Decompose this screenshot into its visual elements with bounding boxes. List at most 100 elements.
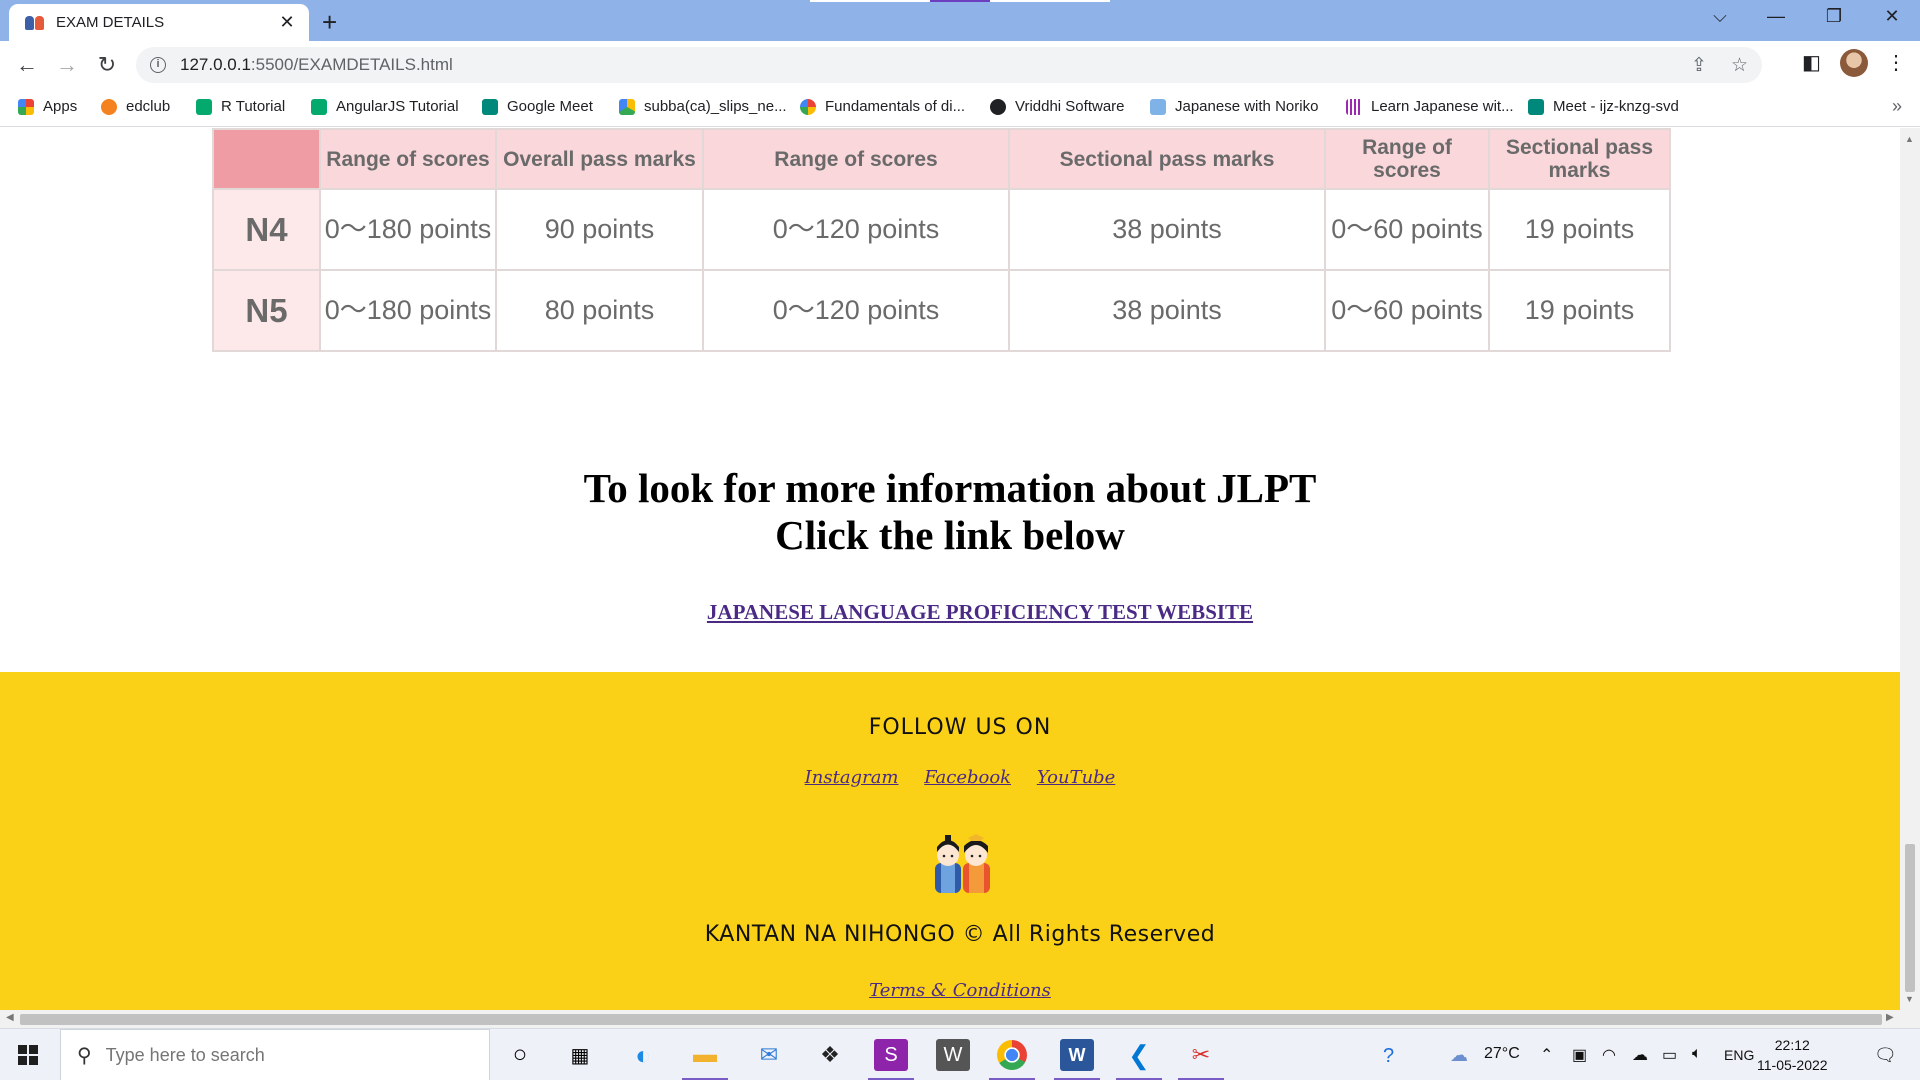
bookmark-fundamentals[interactable]: Fundamentals of di... (800, 98, 965, 115)
snipping-tool-icon[interactable]: ✂ (1178, 1039, 1224, 1080)
bookmark-google-meet[interactable]: Google Meet (482, 98, 593, 115)
bookmark-apps[interactable]: Apps (18, 98, 77, 115)
reload-icon[interactable]: ↻ (91, 49, 123, 81)
table-cell: 38 points (1008, 269, 1326, 352)
noriko-icon (1150, 98, 1166, 115)
level-cell: N5 (212, 269, 321, 352)
table-cell: 0～60 points (1324, 269, 1490, 352)
bookmark-meet-ijz[interactable]: Meet - ijz-knzg-svd (1528, 98, 1679, 115)
address-bar[interactable]: i 127.0.0.1:5500/EXAMDETAILS.html ⇪ ☆ (136, 47, 1762, 83)
table-cell: 19 points (1488, 188, 1671, 271)
weather-temperature[interactable]: 27°C (1484, 1045, 1520, 1063)
bookmark-label: Vriddhi Software (1015, 98, 1125, 115)
vertical-scroll-thumb[interactable] (1905, 844, 1915, 992)
input-language[interactable]: ENG (1724, 1047, 1754, 1063)
scroll-right-arrow-icon[interactable]: ▶ (1886, 1012, 1894, 1023)
table-cell: 80 points (495, 269, 704, 352)
bookmark-subba-slips[interactable]: subba(ca)_slips_ne... (619, 98, 787, 115)
youtube-link[interactable]: YouTube (1037, 767, 1116, 788)
notification-center-icon[interactable]: 🗨︎ (1874, 1045, 1897, 1066)
tab-search-chevron-icon[interactable]: ⌵ (1700, 6, 1740, 27)
help-icon[interactable]: ? (1383, 1045, 1394, 1068)
horizontal-scroll-thumb[interactable] (20, 1014, 1882, 1025)
bookmark-learn-japanese[interactable]: Learn Japanese wit... (1346, 98, 1514, 115)
onedrive-icon[interactable]: ☁ (1632, 1045, 1648, 1065)
scroll-down-arrow-icon[interactable]: ▼ (1905, 994, 1914, 1004)
windows-start-icon[interactable] (18, 1045, 38, 1065)
vscode-icon[interactable]: ❮ (1116, 1039, 1162, 1080)
word-icon[interactable]: W (1054, 1039, 1100, 1080)
site-info-icon[interactable]: i (150, 57, 166, 73)
window-close-icon[interactable]: ✕ (1872, 6, 1912, 27)
w3schools-icon (196, 98, 212, 115)
weather-cloud-icon[interactable]: ☁ (1450, 1045, 1468, 1066)
facebook-link[interactable]: Facebook (924, 767, 1011, 788)
edclub-icon (101, 98, 117, 115)
taskbar-search-input[interactable] (105, 1044, 466, 1066)
bookmark-label: R Tutorial (221, 98, 286, 115)
globe-icon (990, 98, 1006, 115)
terms-link[interactable]: Terms & Conditions (0, 980, 1900, 1001)
bookmark-label: Learn Japanese wit... (1371, 98, 1514, 115)
tab-title: EXAM DETAILS (56, 14, 165, 31)
horizontal-scrollbar[interactable]: ◀ ▶ (0, 1010, 1920, 1028)
jlpt-website-link[interactable]: JAPANESE LANGUAGE PROFICIENCY TEST WEBSI… (0, 600, 1900, 625)
side-panel-icon[interactable]: ◧ (1802, 50, 1821, 75)
url-text[interactable]: 127.0.0.1:5500/EXAMDETAILS.html (180, 55, 453, 75)
task-view-icon[interactable]: ▦ (563, 1039, 597, 1071)
bookmark-label: AngularJS Tutorial (336, 98, 459, 115)
bookmark-edclub[interactable]: edclub (101, 98, 170, 115)
more-bookmarks-chevron-icon[interactable]: » (1892, 96, 1902, 117)
bookmarks-bar: Apps edclub R Tutorial AngularJS Tutoria… (0, 89, 1920, 127)
taskbar-search[interactable]: ⚲ (60, 1029, 490, 1080)
bookmark-angularjs-tutorial[interactable]: AngularJS Tutorial (311, 98, 459, 115)
clock-date: 11-05-2022 (1757, 1057, 1828, 1073)
chrome-menu-icon[interactable]: ⋮ (1886, 50, 1906, 75)
profile-avatar[interactable] (1840, 49, 1868, 77)
file-explorer-icon[interactable]: ▬ (682, 1039, 728, 1080)
dropbox-icon[interactable]: ❖ (813, 1039, 847, 1071)
tab-exam-details[interactable]: EXAM DETAILS ✕ (9, 4, 309, 41)
sway-icon[interactable]: S (868, 1039, 914, 1080)
restore-icon[interactable]: ❐ (1814, 6, 1854, 27)
w3schools-icon (311, 98, 327, 115)
table-header-row: Range of scores Overall pass marks Range… (212, 128, 1671, 190)
podcast-icon (1346, 98, 1362, 115)
table-header-cell (212, 128, 321, 190)
volume-icon[interactable]: 🔈︎ (1692, 1045, 1702, 1063)
url-path: :5500/EXAMDETAILS.html (250, 55, 453, 74)
bookmark-japanese-with-noriko[interactable]: Japanese with Noriko (1150, 98, 1318, 115)
bookmark-r-tutorial[interactable]: R Tutorial (196, 98, 285, 115)
omnibox-actions: ⇪ ☆ (1691, 54, 1748, 77)
bookmark-label: edclub (126, 98, 171, 115)
bookmark-vriddhi-software[interactable]: Vriddhi Software (990, 98, 1125, 115)
bookmark-star-icon[interactable]: ☆ (1731, 54, 1748, 77)
wifi-icon[interactable]: ◠ (1602, 1045, 1616, 1065)
bookmark-label: Meet - ijz-knzg-svd (1553, 98, 1679, 115)
meet-now-icon[interactable]: ▣ (1572, 1045, 1587, 1065)
forward-arrow-icon[interactable]: → (51, 49, 83, 81)
scroll-left-arrow-icon[interactable]: ◀ (6, 1012, 14, 1023)
mail-icon[interactable]: ✉ (752, 1039, 786, 1071)
new-tab-plus-icon[interactable]: + (322, 7, 337, 38)
system-clock[interactable]: 22:12 11-05-2022 (1757, 1035, 1828, 1075)
back-arrow-icon[interactable]: ← (11, 49, 43, 81)
browser-toolbar: ← → ↻ i 127.0.0.1:5500/EXAMDETAILS.html … (0, 41, 1920, 89)
more-info-heading: To look for more information about JLPT … (0, 465, 1900, 559)
scroll-up-arrow-icon[interactable]: ▲ (1905, 134, 1914, 144)
heading-line-2: Click the link below (775, 512, 1125, 558)
close-icon[interactable]: ✕ (277, 12, 297, 33)
wikipedia-icon[interactable]: W (936, 1039, 970, 1071)
page-viewport: Range of scores Overall pass marks Range… (0, 128, 1900, 1010)
cortana-icon[interactable]: ○ (503, 1039, 537, 1071)
table-cell: 0～120 points (702, 269, 1010, 352)
vertical-scrollbar[interactable]: ▲ ▼ (1900, 128, 1920, 1010)
share-icon[interactable]: ⇪ (1691, 54, 1707, 77)
instagram-link[interactable]: Instagram (805, 767, 899, 788)
minimize-icon[interactable]: — (1756, 6, 1796, 27)
show-hidden-icons-chevron-icon[interactable]: ⌃ (1540, 1045, 1553, 1065)
bookmark-label: Japanese with Noriko (1175, 98, 1319, 115)
battery-icon[interactable]: ▭ (1662, 1045, 1677, 1065)
chrome-browser-icon[interactable] (989, 1040, 1035, 1080)
edge-browser-icon[interactable]: ◐ (626, 1039, 660, 1071)
